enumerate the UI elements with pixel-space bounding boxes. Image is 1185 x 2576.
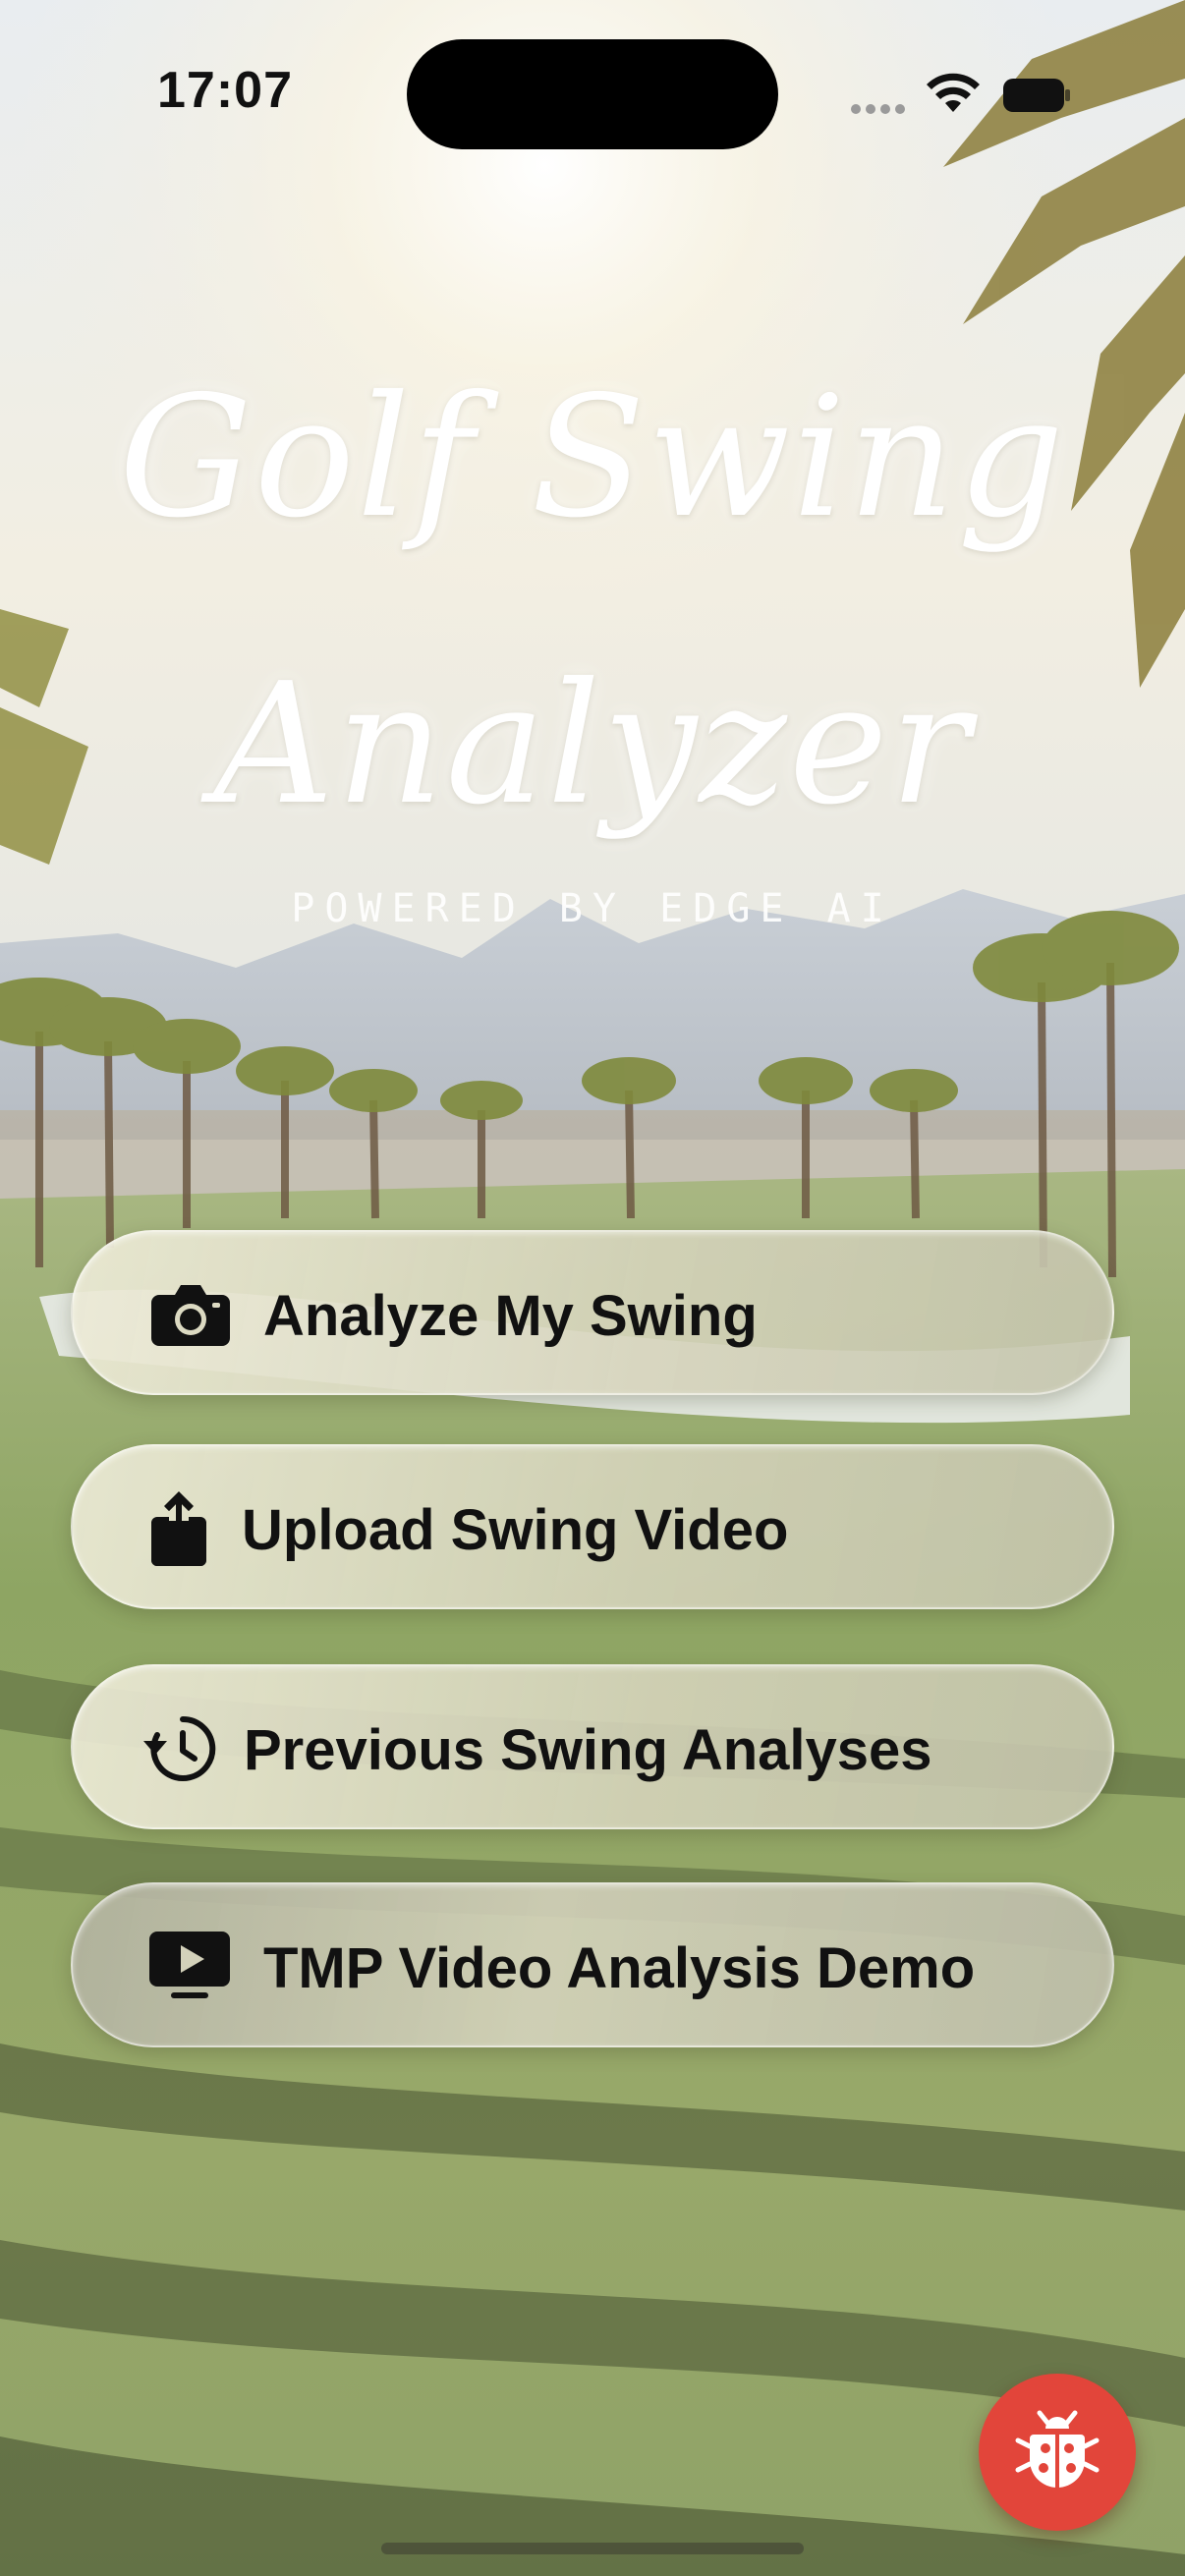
app-screen: 17:07 Golf Swing Analyzer POWERED BY EDG… bbox=[0, 0, 1185, 2576]
previous-analyses-label: Previous Swing Analyses bbox=[244, 1718, 932, 1782]
share-upload-icon bbox=[151, 1491, 206, 1566]
ladybug-icon bbox=[1015, 2410, 1100, 2488]
previous-analyses-button[interactable]: Previous Swing Analyses bbox=[71, 1664, 1114, 1829]
clock-history-icon bbox=[143, 1715, 216, 1781]
home-indicator bbox=[381, 2543, 804, 2554]
wifi-icon bbox=[927, 73, 980, 112]
tmp-demo-label: TMP Video Analysis Demo bbox=[263, 1936, 976, 2000]
app-title-line-2: Analyzer bbox=[213, 647, 972, 842]
camera-icon bbox=[151, 1285, 230, 1346]
debug-button[interactable] bbox=[979, 2374, 1136, 2531]
upload-video-label: Upload Swing Video bbox=[242, 1498, 789, 1562]
signal-dots-icon bbox=[851, 104, 905, 114]
analyze-swing-label: Analyze My Swing bbox=[263, 1284, 758, 1348]
play-rectangle-icon bbox=[149, 1932, 230, 1998]
status-time: 17:07 bbox=[157, 62, 293, 119]
app-title: Golf Swing Analyzer bbox=[0, 314, 1185, 888]
tmp-demo-button[interactable]: TMP Video Analysis Demo bbox=[71, 1882, 1114, 2047]
analyze-swing-button[interactable]: Analyze My Swing bbox=[71, 1230, 1114, 1395]
battery-icon bbox=[1003, 79, 1070, 112]
upload-video-button[interactable]: Upload Swing Video bbox=[71, 1444, 1114, 1609]
app-subtitle: POWERED BY EDGE AI bbox=[291, 886, 894, 931]
app-title-line-1: Golf Swing bbox=[118, 361, 1067, 555]
dynamic-island bbox=[407, 39, 778, 149]
